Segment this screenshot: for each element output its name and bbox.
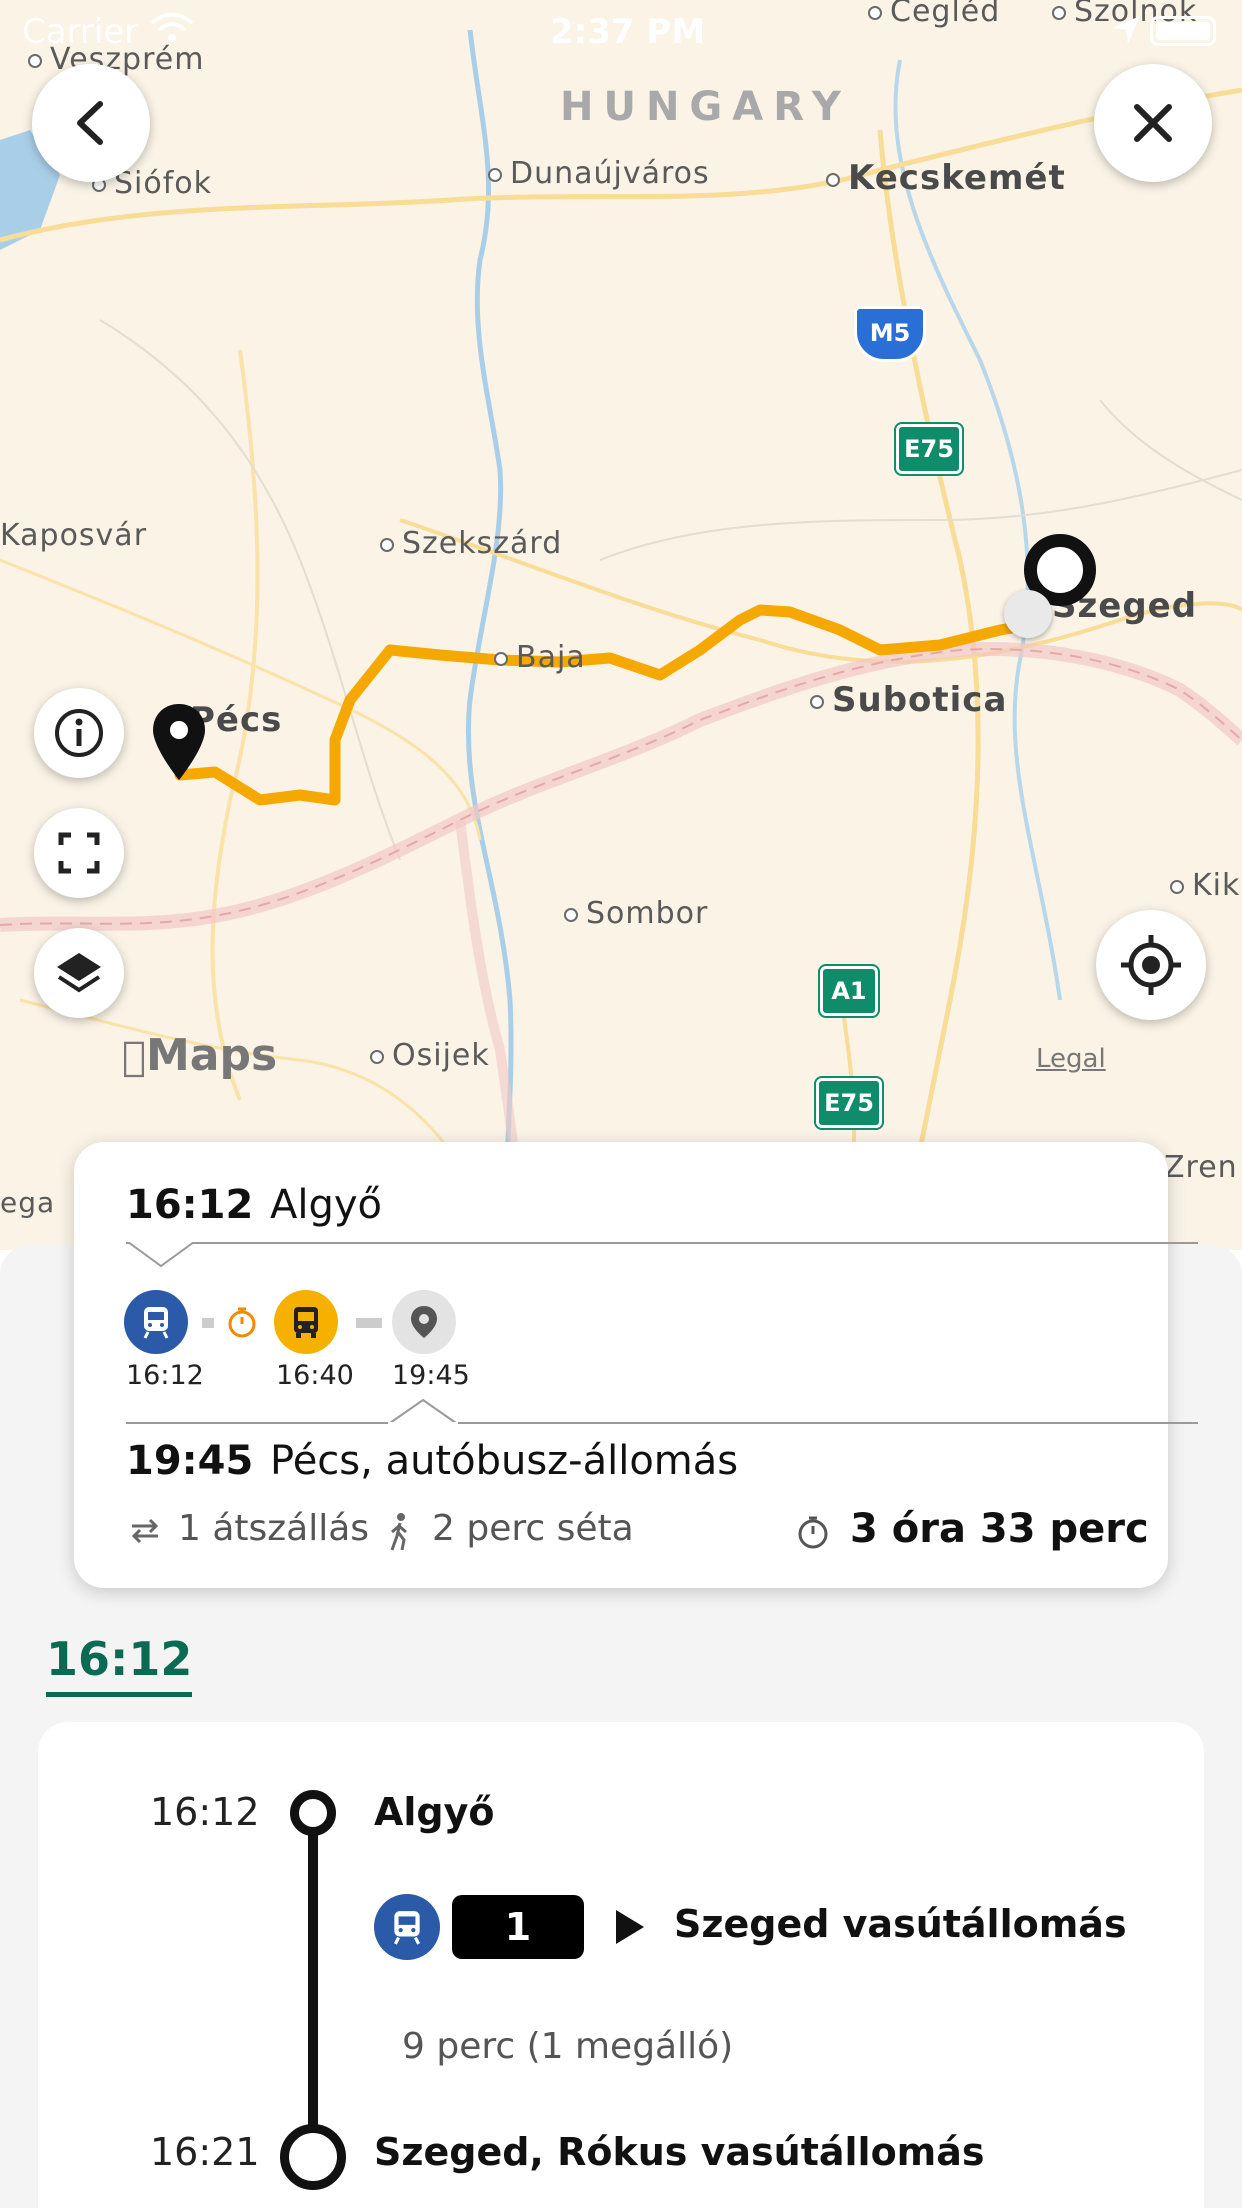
walk-duration: 2 perc séta: [432, 1508, 634, 1549]
line-number-badge[interactable]: 1: [452, 1895, 584, 1959]
road-shield-a1: A1: [818, 964, 880, 1018]
leg-connector: [202, 1318, 214, 1328]
chevron-left-icon: [77, 101, 103, 145]
departure-place: Algyő: [270, 1182, 383, 1228]
location-arrow-icon: [1112, 16, 1140, 44]
total-duration: 3 óra 33 perc: [850, 1506, 1149, 1552]
current-position-dot: [1004, 590, 1052, 638]
departure-time: 16:12: [126, 1182, 254, 1228]
stopwatch-icon: [228, 1307, 256, 1338]
leg-time: 16:40: [276, 1360, 354, 1391]
leg-bus[interactable]: [274, 1290, 338, 1354]
timeline-transfer-marker: [280, 2124, 346, 2190]
bus-icon: [294, 1307, 318, 1338]
road-shield-e75: E75: [894, 422, 964, 476]
map-view[interactable]: HUNGARY Veszprém Siófok Dunaújváros Kecs…: [0, 0, 1242, 1250]
line-direction: Szeged vasútállomás: [674, 1902, 1127, 1946]
city-label-baja: Baja: [494, 640, 586, 675]
stop-name[interactable]: Szeged, Rókus vasútállomás: [374, 2130, 985, 2174]
leg-time: 16:12: [126, 1360, 204, 1391]
train-icon: [143, 1307, 169, 1339]
close-icon: [1134, 104, 1172, 142]
play-direction-icon: [616, 1910, 644, 1944]
bottom-divider: [126, 1422, 1198, 1424]
city-label-kaposvar: Kaposvár: [0, 518, 148, 553]
walking-icon: [390, 1513, 407, 1551]
timer-icon: [798, 1516, 828, 1549]
location-pin-icon: [411, 1306, 437, 1338]
leg-time: 19:45: [392, 1360, 470, 1391]
timeline-stop-marker: [290, 1790, 336, 1836]
wifi-icon: [150, 12, 194, 42]
status-bar: Carrier 2:37 PM: [0, 0, 1242, 60]
city-label-kik: Kik: [1170, 868, 1240, 903]
arrival-time: 19:45: [126, 1438, 254, 1484]
close-button[interactable]: [1094, 64, 1212, 182]
tab-departure-time[interactable]: 16:12: [46, 1632, 193, 1697]
info-button[interactable]: [34, 688, 124, 778]
road-shield-e75-south: E75: [814, 1076, 884, 1130]
segment-duration: 9 perc (1 megálló): [402, 2026, 734, 2067]
timeline-line: [308, 1810, 318, 2170]
city-label-zren: Zren: [1164, 1150, 1238, 1185]
transfer-icon: [131, 1518, 159, 1544]
stop-time: 16:12: [150, 1790, 260, 1834]
city-label-subotica: Subotica: [810, 680, 1007, 720]
city-label-sombor: Sombor: [564, 896, 708, 931]
top-divider: [126, 1242, 1198, 1244]
carrier-label: Carrier: [22, 12, 139, 52]
target-icon: [1121, 935, 1181, 995]
fullscreen-button[interactable]: [34, 808, 124, 898]
route-summary-card[interactable]: 16:12 Algyő 16:12 16:40 19:45 19:45 Pécs…: [74, 1142, 1198, 1588]
leg-connector: [356, 1318, 382, 1328]
city-label-ega: ega: [0, 1186, 56, 1219]
divider-notch-up: [388, 1398, 458, 1424]
stop-time: 16:21: [150, 2130, 260, 2174]
road-shield-m5: M5: [854, 306, 926, 362]
info-icon: [55, 709, 103, 757]
maps-attribution: Maps: [122, 1030, 277, 1081]
stop-name[interactable]: Algyő: [374, 1790, 495, 1834]
leg-destination[interactable]: [392, 1290, 456, 1354]
divider-notch-down: [127, 1242, 195, 1268]
legal-link[interactable]: Legal: [1036, 1044, 1106, 1074]
city-label-osijek: Osijek: [370, 1038, 490, 1073]
city-label-dunaujvaros: Dunaújváros: [488, 156, 710, 191]
back-button[interactable]: [32, 64, 150, 182]
layers-icon: [57, 953, 101, 993]
leg-train[interactable]: [124, 1290, 188, 1354]
arrival-place: Pécs, autóbusz-állomás: [270, 1438, 739, 1484]
city-label-kecskemet: Kecskemét: [826, 158, 1066, 198]
train-icon: [393, 1911, 421, 1945]
map-layers-button[interactable]: [34, 928, 124, 1018]
transfer-wait: [218, 1298, 266, 1346]
locate-me-button[interactable]: [1096, 910, 1206, 1020]
leg-mode-train: [374, 1894, 440, 1960]
status-time: 2:37 PM: [550, 12, 706, 52]
fullscreen-icon: [58, 832, 100, 874]
country-label: HUNGARY: [560, 84, 851, 130]
destination-pin-icon[interactable]: [150, 702, 208, 782]
city-label-szekszard: Szekszárd: [380, 526, 562, 561]
transfers-count: 1 átszállás: [178, 1508, 370, 1549]
battery-icon: [1150, 16, 1216, 46]
